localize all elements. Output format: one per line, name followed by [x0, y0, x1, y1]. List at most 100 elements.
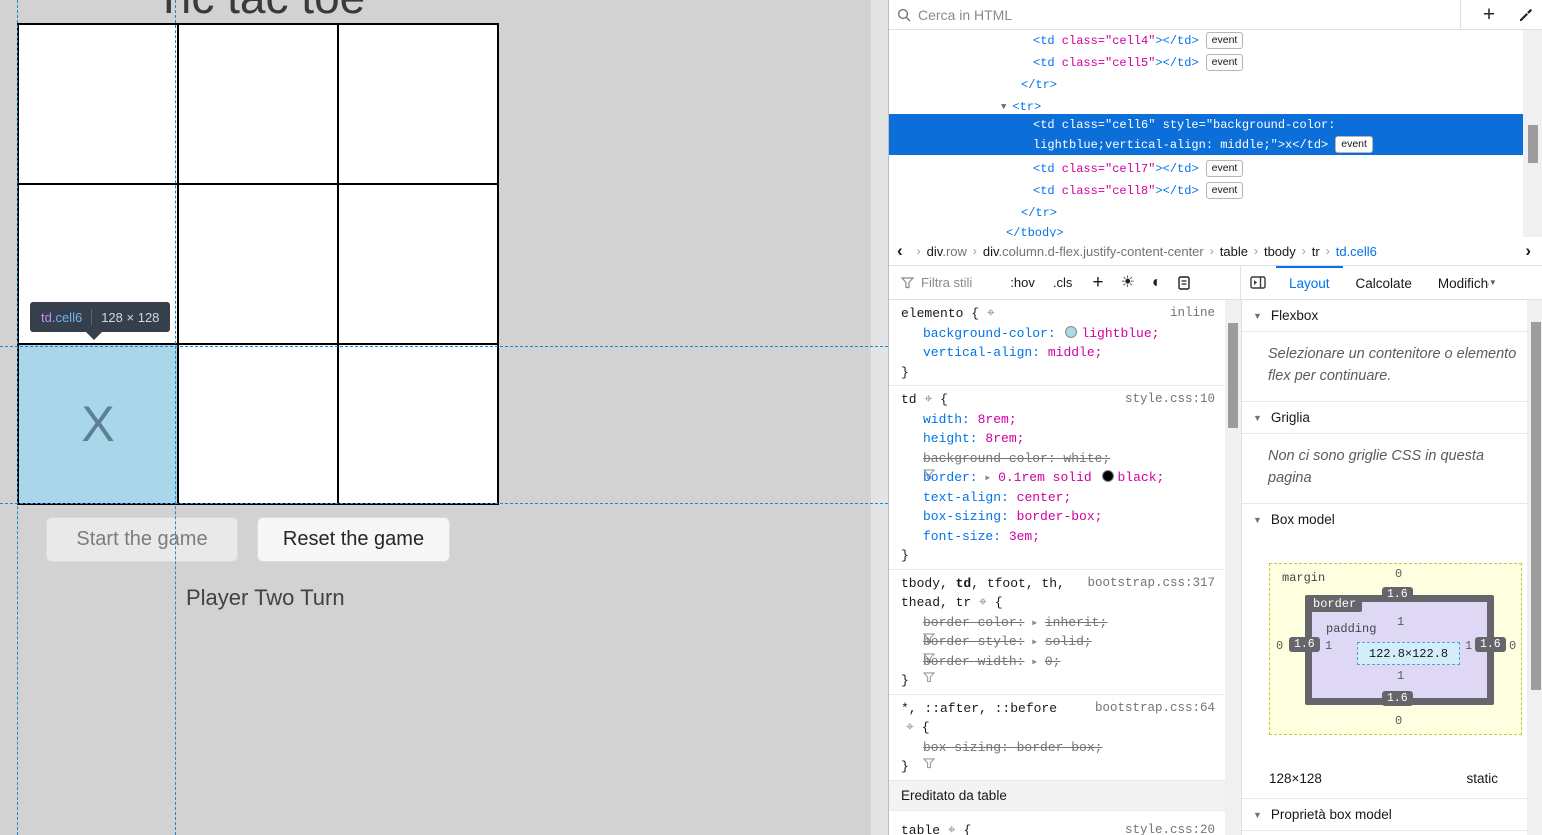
margin-right-value[interactable]: 0 — [1509, 639, 1516, 653]
sidebar-toggle-icon[interactable] — [1250, 266, 1266, 299]
tag-close: ></td> — [1155, 34, 1198, 48]
boxmodel-properties-header[interactable]: ▼Proprietà box model — [1242, 798, 1542, 831]
declaration-overridden[interactable]: box-sizing: border-box; — [889, 738, 1241, 758]
declaration[interactable]: width: 8rem; — [889, 410, 1241, 430]
breadcrumb-back-icon[interactable]: ‹ — [889, 241, 911, 261]
boxmodel-section-header[interactable]: ▼Box model — [1242, 504, 1542, 535]
html-search-bar[interactable]: Cerca in HTML + — [889, 0, 1542, 30]
padding-left-value[interactable]: 1 — [1325, 639, 1332, 653]
class-toggle-button[interactable]: .cls — [1053, 275, 1073, 290]
selector-highlighter-icon[interactable]: ⌖ — [906, 720, 914, 736]
border-left-value[interactable]: 1.6 — [1289, 637, 1320, 652]
markup-scrollbar-thumb[interactable] — [1528, 125, 1538, 163]
padding-top-value[interactable]: 1 — [1397, 615, 1404, 629]
light-theme-icon[interactable]: ☀ — [1120, 275, 1134, 291]
rule-selector: elemento — [901, 306, 963, 321]
declaration[interactable]: background-color: lightblue; — [889, 324, 1241, 344]
breadcrumb-item-table[interactable]: table — [1220, 244, 1248, 259]
tab-changes[interactable]: Modifiche — [1425, 266, 1489, 299]
eyedropper-icon[interactable] — [1511, 0, 1541, 29]
layout-scrollbar-thumb[interactable] — [1531, 322, 1541, 690]
flash-styles-icon[interactable] — [1178, 276, 1190, 290]
expander-icon[interactable]: ▼ — [1001, 102, 1006, 112]
dom-node-tr-close-2[interactable]: </tr> — [1021, 203, 1057, 224]
declaration-overridden[interactable]: border-width: ▶ 0; — [889, 652, 1241, 672]
boxmodel-property-row[interactable]: box-sizing border-box — [1242, 831, 1542, 835]
box-model-diagram: 122.8×122.8 margin border padding 0 1.6 … — [1269, 563, 1522, 735]
start-game-button[interactable]: Start the game — [46, 517, 238, 562]
color-swatch-lightblue[interactable] — [1065, 326, 1077, 338]
event-badge[interactable]: event — [1335, 136, 1373, 153]
selected-line-1: <td class="cell6" style="background-colo… — [1033, 115, 1335, 135]
box-model-content-region[interactable]: 122.8×122.8 — [1357, 642, 1460, 665]
boxmodel-properties-title: Proprietà box model — [1271, 807, 1392, 822]
triangle-down-icon: ▼ — [1253, 311, 1262, 321]
flexbox-section-header[interactable]: ▼Flexbox — [1242, 300, 1542, 332]
breadcrumb-forward-icon[interactable]: › — [1517, 241, 1539, 261]
selector-highlighter-icon[interactable]: ⌖ — [979, 595, 987, 611]
dom-node-cell7[interactable]: <td class="cell7"></td>event — [1033, 159, 1243, 180]
border-right-value[interactable]: 1.6 — [1475, 637, 1506, 652]
dom-node-cell6-selected[interactable]: <td class="cell6" style="background-colo… — [889, 114, 1523, 155]
page-scrollbar[interactable] — [871, 0, 888, 835]
board-cell-1[interactable] — [178, 24, 338, 184]
board-cell-2[interactable] — [338, 24, 498, 184]
breadcrumb-item-tr[interactable]: tr — [1312, 244, 1320, 259]
reset-game-button[interactable]: Reset the game — [257, 517, 450, 562]
dom-node-tr-close[interactable]: </tr> — [1021, 75, 1057, 96]
breadcrumb-item-tbody[interactable]: tbody — [1264, 244, 1296, 259]
dom-node-tbody-close[interactable]: </tbody> — [1006, 223, 1064, 237]
rules-scrollbar-thumb[interactable] — [1228, 323, 1238, 428]
board-cell-4[interactable] — [178, 184, 338, 344]
event-badge[interactable]: event — [1206, 160, 1244, 177]
rule-source-link[interactable]: bootstrap.css:317 — [1087, 574, 1215, 594]
dom-node-cell5[interactable]: <td class="cell5"></td>event — [1033, 53, 1243, 74]
print-media-icon[interactable]: ◐ — [1152, 275, 1162, 291]
board-cell-6-selected[interactable]: X — [18, 344, 178, 504]
breadcrumb-item-div-row[interactable]: div.row — [927, 244, 967, 259]
declaration[interactable]: height: 8rem; — [889, 429, 1241, 449]
color-swatch-black[interactable] — [1102, 470, 1114, 482]
margin-top-value[interactable]: 0 — [1395, 567, 1402, 581]
event-badge[interactable]: event — [1206, 182, 1244, 199]
tab-computed[interactable]: Calcolate — [1343, 266, 1425, 299]
rule-source-link[interactable]: style.css:10 — [1125, 390, 1215, 410]
selector-highlighter-icon[interactable]: ⌖ — [987, 306, 995, 322]
board-cell-0[interactable] — [18, 24, 178, 184]
breadcrumb-item-div-column[interactable]: div.column.d-flex.justify-content-center — [983, 244, 1204, 259]
declaration-overridden[interactable]: border-color: ▶ inherit; — [889, 613, 1241, 633]
add-rule-button[interactable]: + — [1092, 272, 1103, 294]
rule-source-link[interactable]: style.css:20 — [1125, 821, 1215, 835]
tab-layout[interactable]: Layout — [1276, 266, 1343, 299]
expand-arrow-icon[interactable]: ▶ — [985, 474, 990, 483]
grid-section-header[interactable]: ▼Griglia — [1242, 402, 1542, 434]
margin-bottom-value[interactable]: 0 — [1395, 714, 1402, 728]
event-badge[interactable]: event — [1206, 32, 1244, 49]
declaration[interactable]: vertical-align: middle; — [889, 343, 1241, 363]
board-cell-5[interactable] — [338, 184, 498, 344]
padding-right-value[interactable]: 1 — [1465, 639, 1472, 653]
dom-node-cell8[interactable]: <td class="cell8"></td>event — [1033, 181, 1243, 202]
board-cell-7[interactable] — [178, 344, 338, 504]
declaration[interactable]: font-size: 3em; — [889, 527, 1241, 547]
new-node-button[interactable]: + — [1471, 0, 1507, 29]
declaration-overridden[interactable]: background-color: white; — [889, 449, 1241, 469]
filter-styles-input[interactable]: Filtra stili — [921, 275, 972, 290]
breadcrumb-item-td-cell6[interactable]: td.cell6 — [1336, 244, 1377, 259]
rule-source-link[interactable]: bootstrap.css:64 — [1095, 699, 1215, 719]
declaration[interactable]: box-sizing: border-box; — [889, 507, 1241, 527]
declaration-overridden[interactable]: border-style: ▶ solid; — [889, 632, 1241, 652]
selector-highlighter-icon[interactable]: ⌖ — [924, 392, 932, 408]
dom-node-cell4[interactable]: <td class="cell4"></td>event — [1033, 31, 1243, 52]
border-top-value[interactable]: 1.6 — [1382, 587, 1413, 602]
margin-left-value[interactable]: 0 — [1276, 639, 1283, 653]
declaration[interactable]: text-align: center; — [889, 488, 1241, 508]
pseudo-class-hover-button[interactable]: :hov — [1010, 275, 1035, 290]
cell-x-mark: X — [81, 396, 114, 452]
event-badge[interactable]: event — [1206, 54, 1244, 71]
border-bottom-value[interactable]: 1.6 — [1382, 691, 1413, 706]
selector-highlighter-icon[interactable]: ⌖ — [948, 823, 956, 835]
padding-bottom-value[interactable]: 1 — [1397, 669, 1404, 683]
board-cell-8[interactable] — [338, 344, 498, 504]
declaration[interactable]: border: ▶ 0.1rem solid black; — [889, 468, 1241, 488]
